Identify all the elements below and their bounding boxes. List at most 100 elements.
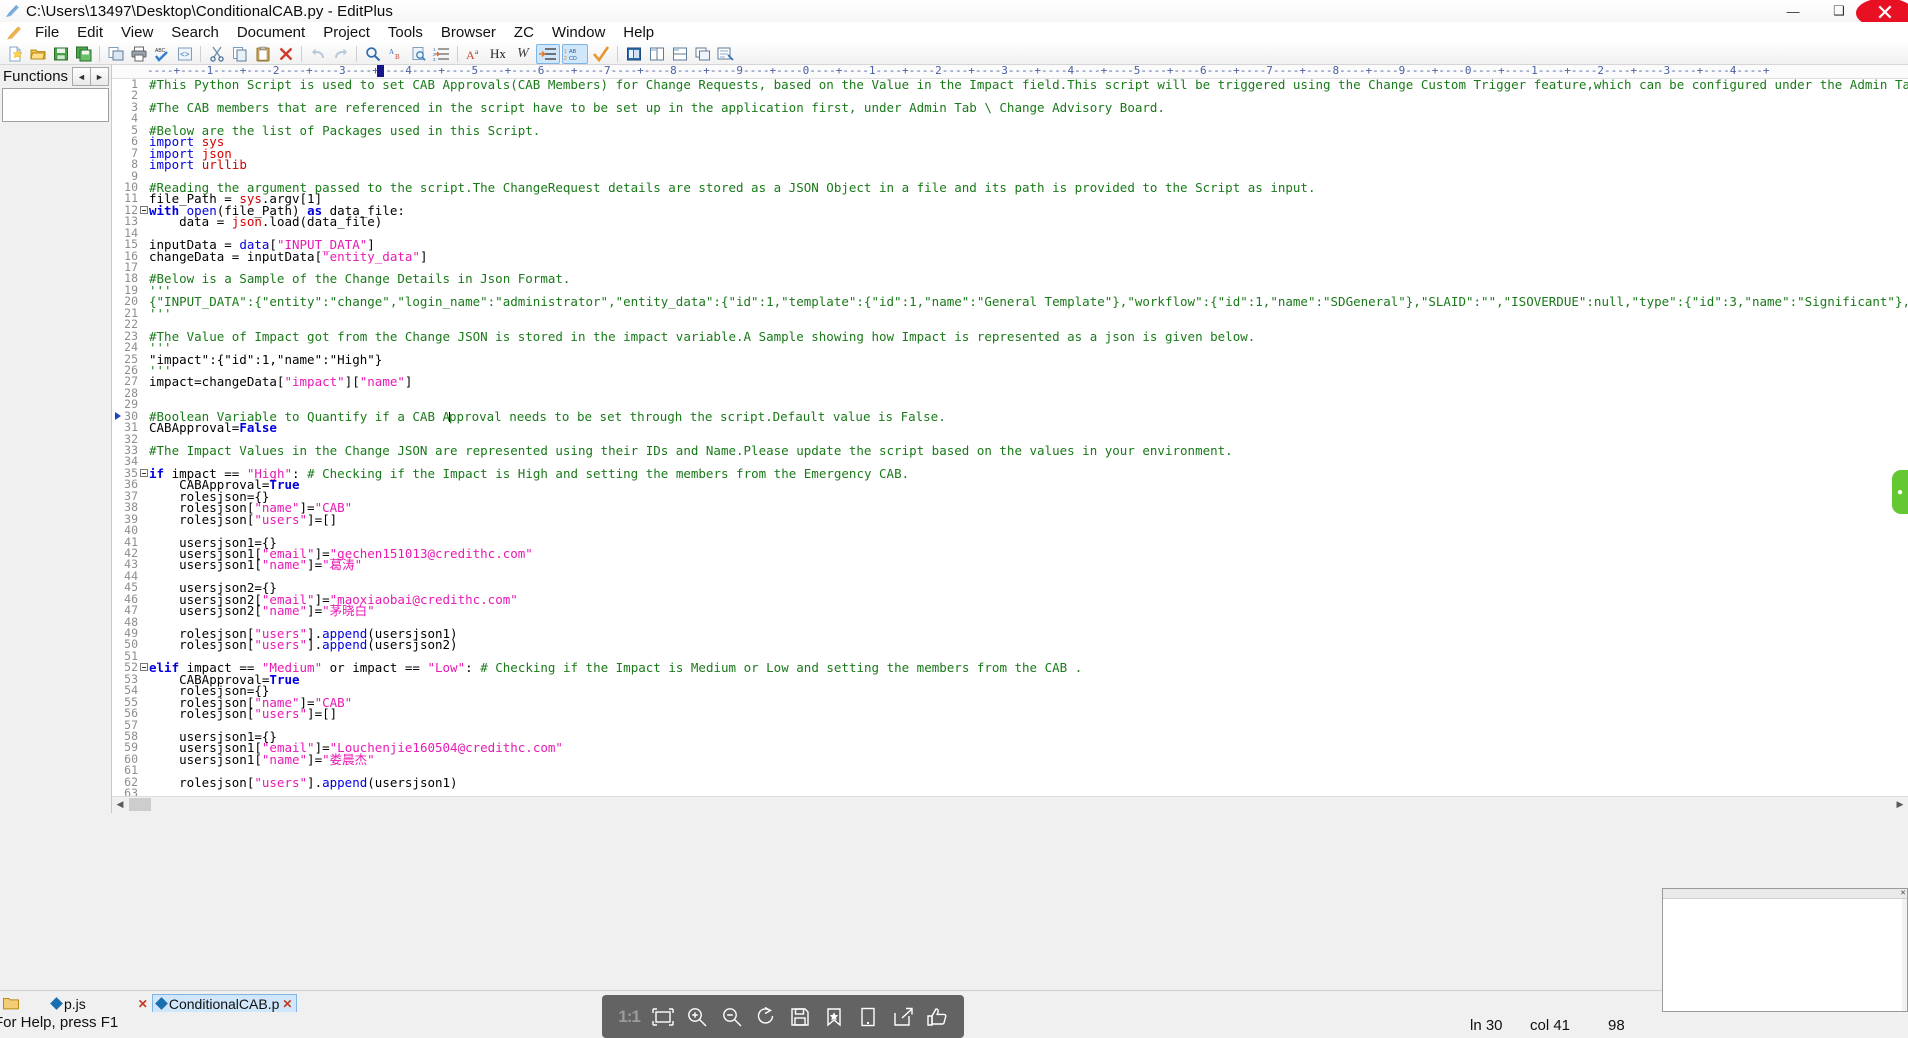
menu-item-search[interactable]: Search	[162, 23, 228, 42]
menu-item-edit[interactable]: Edit	[68, 23, 112, 42]
print-preview-icon[interactable]	[105, 44, 126, 64]
code-line[interactable]: 40	[112, 524, 1908, 536]
code-line[interactable]: 38 rolesjson["name"]="CAB"	[112, 501, 1908, 514]
copy-icon[interactable]	[229, 44, 250, 64]
code-line[interactable]: 54 rolesjson={}	[112, 684, 1908, 697]
fold-toggle-icon[interactable]	[140, 663, 148, 672]
menu-item-help[interactable]: Help	[614, 23, 663, 42]
code-line[interactable]: 23 #The Value of Impact got from the Chan…	[112, 330, 1908, 343]
code-line[interactable]: 52 elif impact == "Medium" or impact == "…	[112, 661, 1908, 674]
paste-icon[interactable]	[252, 44, 273, 64]
functions-prev-button[interactable]: ◄	[72, 67, 91, 86]
spell-check-icon[interactable]: ABC	[151, 44, 172, 64]
tab-conditionalcab-py[interactable]: ConditionalCAB.p ✕	[151, 994, 298, 1013]
thumbnail-close-icon[interactable]: ✕	[1900, 889, 1906, 897]
code-line[interactable]: 43 usersjson1["name"]="葛涛"	[112, 558, 1908, 571]
fold-toggle-icon[interactable]	[140, 468, 148, 477]
goto-line-icon[interactable]: 123	[431, 44, 452, 64]
menu-item-view[interactable]: View	[112, 23, 162, 42]
window-tile-icon[interactable]	[669, 44, 690, 64]
favorite-icon[interactable]	[820, 1003, 848, 1031]
code-line[interactable]: 30 #Boolean Variable to Quantify if a CAB…	[112, 410, 1908, 422]
code-line[interactable]: 37 rolesjson={}	[112, 490, 1908, 503]
code-line[interactable]: 60 usersjson1["name"]="娄晨杰"	[112, 753, 1908, 766]
tab-close-p-js[interactable]: ✕	[134, 994, 152, 1013]
code-line[interactable]: 42 usersjson1["email"]="gechen151013@cre…	[112, 547, 1908, 560]
close-icon[interactable]: ✕	[282, 997, 292, 1011]
menu-item-file[interactable]: File	[26, 23, 68, 42]
tab-p-js[interactable]: p.js	[48, 994, 90, 1013]
code-line[interactable]: 62 rolesjson["users"].append(usersjson1)	[112, 776, 1908, 789]
code-line[interactable]: 7 import json	[112, 147, 1908, 160]
find-replace-icon[interactable]: AB	[385, 44, 406, 64]
user-tool-icon[interactable]	[715, 44, 736, 64]
preview-thumbnail-window[interactable]: ✕	[1662, 888, 1908, 1012]
code-line[interactable]: 10 #Reading the argument passed to the sc…	[112, 181, 1908, 194]
scroll-right-arrow[interactable]: ▶	[1892, 797, 1908, 812]
window-split-icon[interactable]	[646, 44, 667, 64]
code-line[interactable]: 27 impact=changeData["impact"]["name"]	[112, 375, 1908, 388]
functions-list[interactable]	[2, 88, 109, 122]
menu-item-zc[interactable]: ZC	[505, 23, 543, 42]
code-line[interactable]: 21 '''	[112, 307, 1908, 320]
edge-green-widget[interactable]: ●	[1892, 470, 1908, 514]
share-icon[interactable]	[889, 1003, 917, 1031]
font-color-icon[interactable]: Aa	[463, 44, 484, 64]
zoom-out-icon[interactable]	[718, 1003, 746, 1031]
fold-toggle-icon[interactable]	[140, 205, 148, 214]
search-icon[interactable]	[362, 44, 383, 64]
code-line[interactable]: 39 rolesjson["users"]=[]	[112, 513, 1908, 526]
save-all-icon[interactable]	[73, 44, 94, 64]
crop-icon[interactable]	[649, 1003, 677, 1031]
folder-icon[interactable]	[0, 993, 22, 1013]
code-line[interactable]: 5 #Below are the list of Packages used in…	[112, 124, 1908, 137]
code-line[interactable]: 25 "impact":{"id":1,"name":"High"}	[112, 353, 1908, 366]
thumbs-up-icon[interactable]	[923, 1003, 951, 1031]
horizontal-scrollbar[interactable]: ◀ ▶	[112, 796, 1908, 813]
view-source-icon[interactable]: <>	[174, 44, 195, 64]
code-line[interactable]: 53 CABApproval=True	[112, 673, 1908, 686]
code-line[interactable]: 50 rolesjson["users"].append(usersjson2)	[112, 638, 1908, 651]
menu-item-browser[interactable]: Browser	[432, 23, 505, 42]
undo-icon[interactable]	[307, 44, 328, 64]
code-line[interactable]: 47 usersjson2["name"]="茅晓白"	[112, 604, 1908, 617]
code-line[interactable]: 13 data = json.load(data_file)	[112, 215, 1908, 228]
delete-icon[interactable]	[275, 44, 296, 64]
code-line[interactable]: 57	[112, 719, 1908, 731]
word-wrap-icon[interactable]: W	[512, 44, 534, 64]
code-line[interactable]: 3 #The CAB members that are referenced in…	[112, 101, 1908, 114]
menu-item-tools[interactable]: Tools	[379, 23, 432, 42]
zoom-in-icon[interactable]	[683, 1003, 711, 1031]
minimize-button[interactable]: —	[1770, 0, 1816, 22]
ratio-1-1-button[interactable]: 1:1	[615, 1003, 643, 1031]
print-icon[interactable]	[128, 44, 149, 64]
save-icon[interactable]	[786, 1003, 814, 1031]
code-line[interactable]: 1 #This Python Script is used to set CAB …	[112, 79, 1908, 91]
code-line[interactable]: 59 usersjson1["email"]="Louchenjie160504…	[112, 741, 1908, 754]
functions-next-button[interactable]: ►	[90, 67, 109, 86]
code-line[interactable]: 31 CABApproval=False	[112, 421, 1908, 434]
code-line[interactable]: 8 import urllib	[112, 158, 1908, 171]
redo-icon[interactable]	[330, 44, 351, 64]
code-line[interactable]: 6 import sys	[112, 135, 1908, 148]
code-line[interactable]: 14	[112, 227, 1908, 239]
code-line[interactable]: 18 #Below is a Sample of the Change Detai…	[112, 272, 1908, 285]
menu-item-document[interactable]: Document	[228, 23, 314, 42]
code-line[interactable]: 28	[112, 387, 1908, 399]
code-line[interactable]: 46 usersjson2["email"]="maoxiaobai@credi…	[112, 593, 1908, 606]
code-line[interactable]: 44	[112, 570, 1908, 582]
check-syntax-icon[interactable]	[590, 44, 612, 64]
horizontal-scroll-thumb[interactable]	[129, 798, 151, 811]
scroll-left-arrow[interactable]: ◀	[112, 797, 128, 812]
cut-icon[interactable]	[206, 44, 227, 64]
window-cascade-icon[interactable]	[692, 44, 713, 64]
menu-item-project[interactable]: Project	[314, 23, 379, 42]
sort-lines-icon[interactable]: 1 AB 2 CD	[562, 43, 588, 64]
hex-view-icon[interactable]: Hx	[486, 44, 510, 64]
save-file-icon[interactable]	[50, 44, 71, 64]
code-line[interactable]: 33 #The Impact Values in the Change JSON …	[112, 444, 1908, 457]
rotate-icon[interactable]	[752, 1003, 780, 1031]
code-line[interactable]: 20 {"INPUT_DATA":{"entity":"change","logi…	[112, 295, 1908, 308]
code-line[interactable]: 36 CABApproval=True	[112, 478, 1908, 491]
code-line[interactable]: 56 rolesjson["users"]=[]	[112, 707, 1908, 720]
